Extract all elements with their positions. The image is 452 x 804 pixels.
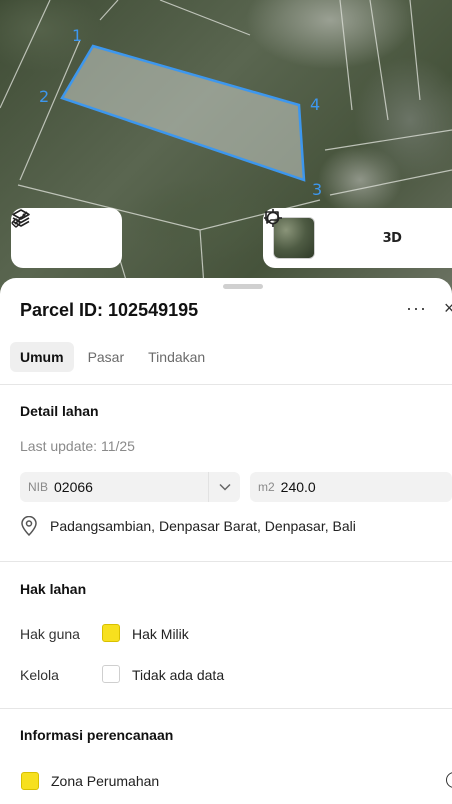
tab-pasar[interactable]: Pasar [78, 342, 135, 372]
kelola-swatch [102, 665, 120, 683]
map-view[interactable]: 1 2 3 4 3D [0, 0, 452, 300]
hak-guna-value: Hak Milik [132, 626, 189, 642]
more-options-icon[interactable]: ··· [406, 298, 427, 319]
measure-icon [11, 211, 28, 228]
parcel-title: Parcel ID: 102549195 [20, 300, 199, 320]
vertex-label-4: 4 [310, 95, 321, 114]
area-field[interactable]: m2 240.0 [250, 472, 452, 502]
address-text: Padangsambian, Denpasar Barat, Denpasar,… [50, 518, 356, 534]
tab-tindakan[interactable]: Tindakan [138, 342, 215, 372]
close-icon[interactable]: × [444, 298, 452, 319]
nib-prefix: NIB [28, 480, 49, 494]
zone-swatch [21, 772, 39, 790]
detail-heading: Detail lahan [20, 403, 99, 419]
parcel-detail-sheet: Parcel ID: 102549195 ··· × Umum Pasar Ti… [0, 278, 452, 804]
kelola-label: Kelola [20, 667, 59, 683]
kelola-value: Tidak ada data [132, 667, 225, 683]
last-update-text: Last update: 11/25 [20, 438, 135, 454]
planning-heading: Informasi perencanaan [20, 727, 174, 743]
zone-label: Zona Perumahan [51, 773, 160, 789]
vertex-label-2: 2 [39, 87, 50, 106]
selected-parcel-shape [60, 44, 306, 182]
detail-tabs: Umum Pasar Tindakan [10, 342, 215, 372]
map-tools-left [11, 208, 122, 268]
nib-value: 02066 [54, 479, 93, 495]
vertex-label-1: 1 [72, 26, 83, 45]
area-prefix: m2 [258, 480, 275, 494]
hak-guna-label: Hak guna [20, 626, 80, 642]
address-row: Padangsambian, Denpasar Barat, Denpasar,… [20, 516, 356, 536]
tab-umum[interactable]: Umum [10, 342, 74, 372]
nib-field[interactable]: NIB 02066 [20, 472, 240, 502]
divider [0, 384, 452, 385]
location-pin-icon [21, 516, 37, 536]
hak-milik-swatch [102, 624, 120, 642]
sheet-drag-handle[interactable] [223, 284, 263, 289]
chat-button[interactable] [265, 211, 452, 257]
locate-button[interactable] [264, 209, 363, 257]
map-tools-right: 3D [263, 208, 452, 268]
3d-button[interactable]: 3D [373, 219, 411, 257]
vertex-label-3: 3 [312, 180, 323, 199]
measure-button[interactable] [11, 211, 108, 257]
area-value: 240.0 [280, 479, 316, 495]
chevron-down-icon[interactable] [208, 472, 240, 502]
divider [0, 708, 452, 709]
divider [0, 561, 452, 562]
info-icon[interactable] [446, 772, 452, 788]
rights-heading: Hak lahan [20, 581, 87, 597]
chat-icon [265, 211, 279, 224]
